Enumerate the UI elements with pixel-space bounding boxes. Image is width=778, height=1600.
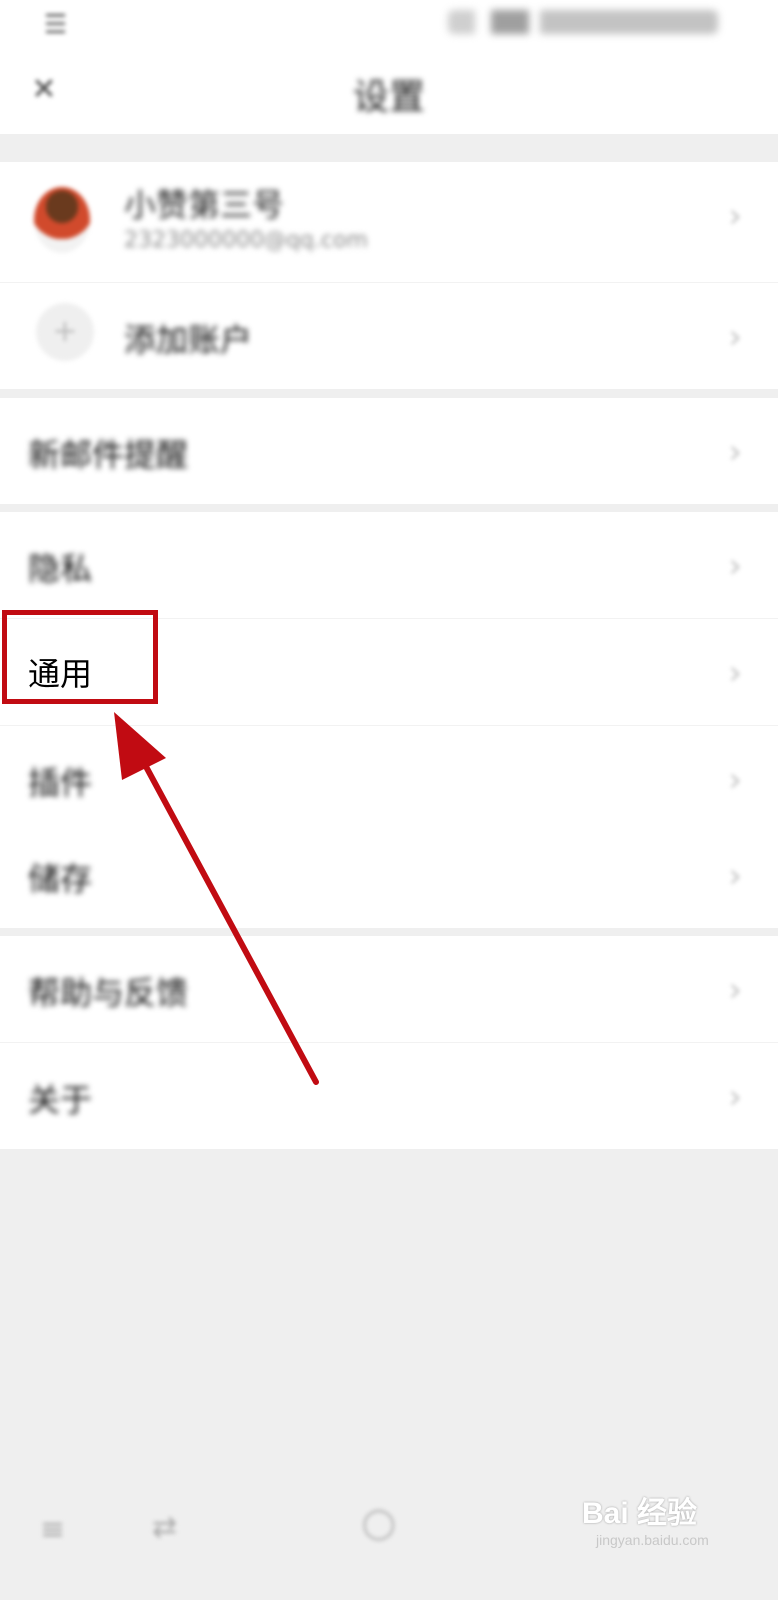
watermark-url: jingyan.baidu.com <box>596 1532 709 1548</box>
back-icon[interactable]: ⇄ <box>152 1510 177 1545</box>
annotation-arrow <box>114 712 319 1085</box>
menu-icon[interactable]: ≡ <box>40 1512 65 1547</box>
home-icon[interactable]: ◯ <box>362 1506 396 1541</box>
watermark: Bai 经验 jingyan.baidu.com <box>582 1488 762 1568</box>
watermark-brand: Bai 经验 <box>582 1497 698 1530</box>
